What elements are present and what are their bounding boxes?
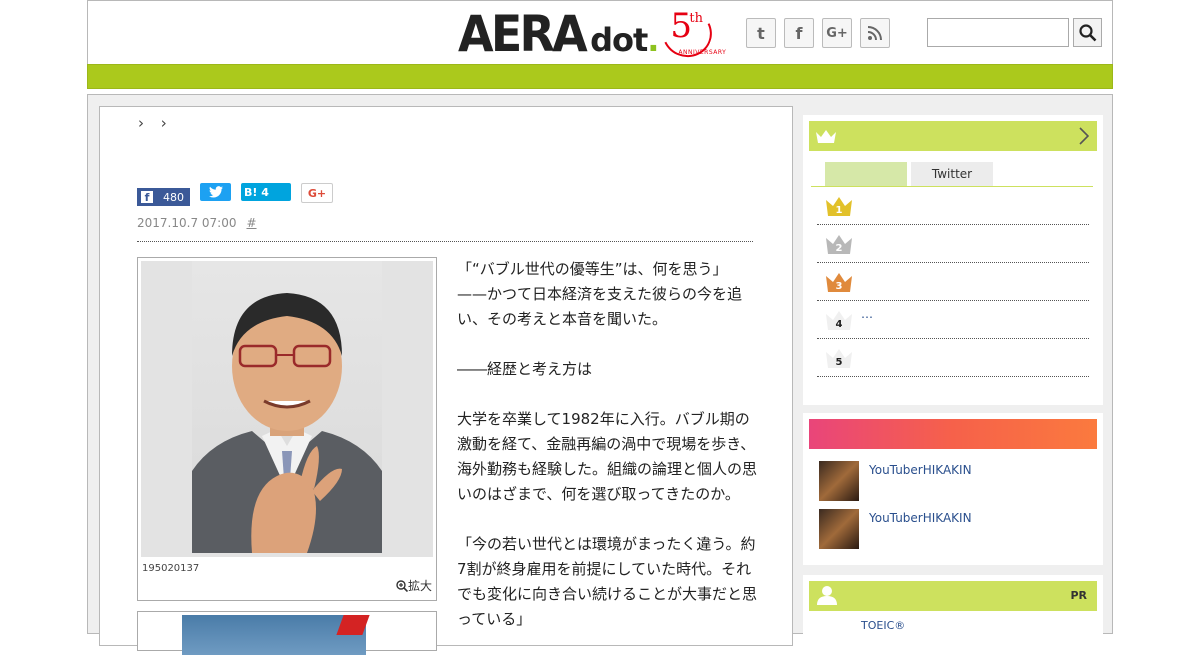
main-photo-card: 195020137 拡大: [137, 257, 437, 601]
paragraph: 「今の若い世代とは環境がまったく違う。約7割が終身雇用を前提にしていた時代。それ…: [457, 535, 758, 628]
article-photo[interactable]: [192, 261, 382, 553]
search-icon: [1078, 23, 1096, 41]
paragraph: ――経歴と考え方は: [457, 360, 593, 378]
twitter-icon: [208, 186, 223, 198]
article-date: 2017.10.7 07:00 #: [137, 216, 257, 230]
twitter-share-button[interactable]: [200, 183, 231, 201]
facebook-share-button[interactable]: f 480: [137, 188, 190, 206]
article: › › f 480 B! 4 G+ 2017.10.7 07:00 # 1950…: [99, 106, 793, 655]
list-item[interactable]: YouTuberHIKAKIN: [819, 509, 1079, 549]
list-item[interactable]: YouTuberHIKAKIN: [819, 461, 1079, 501]
pr-widget: PR TOEIC®: [803, 575, 1103, 635]
hot-header: [809, 419, 1097, 449]
ranking-row[interactable]: 4 …: [817, 301, 1089, 339]
ranking-row[interactable]: 1: [817, 187, 1089, 225]
crown-icon: [816, 130, 836, 143]
rss-icon[interactable]: [860, 18, 890, 48]
chevron-right-icon: [1079, 127, 1089, 145]
enlarge-button[interactable]: 拡大: [396, 577, 432, 594]
tab-access[interactable]: [825, 162, 907, 186]
twitter-icon[interactable]: t: [746, 18, 776, 48]
page: AERA dot. 5 th ANNIVERSARY t f G+ › › f …: [87, 0, 1113, 655]
article-body: 「“バブル世代の優等生”は、何を思う」——かつて日本経済を支えた彼らの今を追い、…: [457, 257, 757, 657]
ranking-row[interactable]: 3: [817, 263, 1089, 301]
tab-twitter[interactable]: Twitter: [911, 162, 993, 186]
zoom-icon: [396, 580, 409, 593]
google-plus-icon[interactable]: G+: [822, 18, 852, 48]
ranking-header[interactable]: [809, 121, 1097, 151]
facebook-share-count: 480: [163, 190, 184, 204]
hatena-bookmark-button[interactable]: B! 4: [241, 183, 291, 201]
paragraph: 大学を卒業して1982年に入行。バブル期の激動を経て、金融再編の渦中で現場を歩き…: [457, 410, 758, 503]
anniversary-badge: 5 th ANNIVERSARY: [655, 1, 726, 65]
paragraph: 「“バブル世代の優等生”は、何を思う」——かつて日本経済を支えた彼らの今を追い、…: [457, 260, 743, 328]
divider: [137, 241, 753, 242]
search-button[interactable]: [1073, 18, 1102, 47]
logo-dot: dot.: [590, 21, 659, 59]
ranking-tabs: Twitter: [811, 162, 1093, 187]
ranking-widget: Twitter 1 2 3 4 … 5: [803, 115, 1103, 405]
site-header: AERA dot. 5 th ANNIVERSARY t f G+: [87, 0, 1113, 65]
second-photo-card[interactable]: [137, 611, 437, 655]
user-icon: [817, 586, 837, 605]
ranking-row[interactable]: 2: [817, 225, 1089, 263]
photo-caption: 195020137: [142, 563, 200, 574]
breadcrumb[interactable]: › ›: [138, 114, 173, 132]
nav-bar: [87, 64, 1113, 89]
thumbnail: [819, 509, 859, 549]
hot-widget: YouTuberHIKAKIN YouTuberHIKAKIN: [803, 413, 1103, 565]
ranking-row[interactable]: 5: [817, 339, 1089, 377]
google-plus-share-button[interactable]: G+: [301, 183, 333, 203]
pr-header: PR: [809, 581, 1097, 611]
facebook-icon[interactable]: f: [784, 18, 814, 48]
search-input[interactable]: [927, 18, 1069, 47]
site-logo[interactable]: AERA dot. 5 th ANNIVERSARY: [458, 1, 726, 65]
facebook-icon: f: [141, 191, 153, 204]
thumbnail: [819, 461, 859, 501]
share-buttons: f 480 B! 4 G+: [137, 183, 333, 206]
pr-label: PR: [1070, 589, 1087, 602]
second-photo: [182, 615, 366, 655]
hash-link[interactable]: #: [246, 216, 256, 230]
content-frame: › › f 480 B! 4 G+ 2017.10.7 07:00 # 1950…: [87, 94, 1113, 655]
logo-aera: AERA: [458, 5, 588, 63]
pr-item[interactable]: TOEIC®: [861, 619, 905, 632]
hatena-count: 4: [261, 185, 269, 199]
